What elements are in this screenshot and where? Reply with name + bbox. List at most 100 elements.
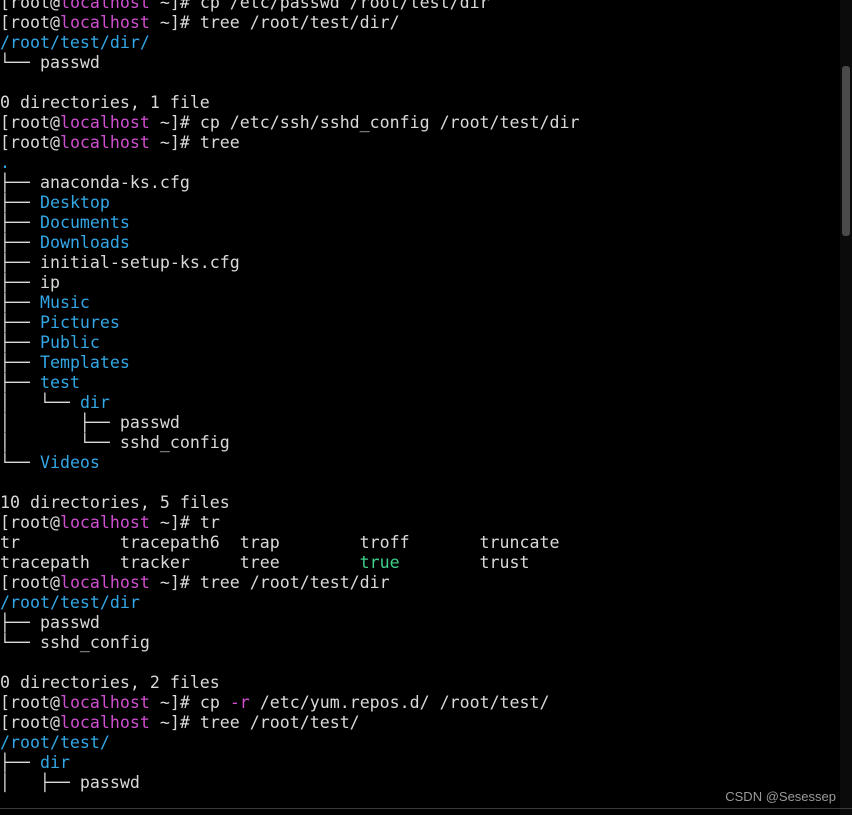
terminal-segment-dir: /root/test/dir [0, 593, 140, 612]
terminal-line: [root@localhost ~]# tree /root/test/ [0, 713, 840, 733]
terminal-segment-default: ~]# tree /root/test/dir [149, 573, 390, 592]
terminal-segment-dir: dir [39, 753, 70, 772]
terminal-line: [root@localhost ~]# cp /etc/passwd /root… [0, 0, 840, 13]
terminal-segment-default: ~]# tree [149, 133, 240, 152]
terminal-segment-default: tracepath tracker tree [0, 553, 360, 572]
terminal-segment-default: ├── anaconda-ks.cfg [0, 173, 190, 192]
terminal-line: ├── dir [0, 753, 840, 773]
terminal-segment-default: trust [399, 553, 530, 572]
terminal-line: [root@localhost ~]# cp /etc/ssh/sshd_con… [0, 113, 840, 133]
terminal-segment-default: ~]# tree /root/test/dir/ [149, 13, 400, 32]
terminal-segment-dir: dir [79, 393, 110, 412]
terminal-segment-exec: true [359, 553, 400, 572]
terminal-line: [root@localhost ~]# tree /root/test/dir [0, 573, 840, 593]
terminal-segment-host: localhost [59, 0, 150, 12]
terminal-line: [root@localhost ~]# cp -r /etc/yum.repos… [0, 693, 840, 713]
terminal-segment-host: localhost [59, 693, 150, 712]
terminal-line: [root@localhost ~]# tree /root/test/dir/ [0, 13, 840, 33]
terminal-segment-default: 10 directories, 5 files [0, 493, 230, 512]
terminal-segment-default: tr tracepath6 trap troff truncate [0, 533, 560, 552]
terminal-segment-dir: Pictures [39, 313, 120, 332]
terminal-segment-default: ├── [0, 333, 40, 352]
terminal-segment-default: ├── [0, 293, 40, 312]
terminal-segment-default: ~]# tr [149, 513, 220, 532]
terminal-segment-dir: /root/test/ [0, 733, 110, 752]
terminal-segment-default: [root@ [0, 713, 60, 732]
terminal-line: /root/test/dir/ [0, 33, 840, 53]
terminal-line: [root@localhost ~]# tr [0, 513, 840, 533]
terminal-segment-default: ~]# cp /etc/passwd /root/test/dir [149, 0, 490, 12]
terminal-segment-default: └── passwd [0, 53, 100, 72]
terminal-segment-default: ├── [0, 213, 40, 232]
terminal-segment-default: │ ├── passwd [0, 413, 180, 432]
terminal-line: ├── Desktop [0, 193, 840, 213]
terminal-segment-dir: Desktop [39, 193, 110, 212]
terminal-line: │ ├── passwd [0, 773, 840, 793]
terminal-segment-default: [root@ [0, 0, 60, 12]
terminal-line: 0 directories, 2 files [0, 673, 840, 693]
terminal-segment-default: ├── [0, 233, 40, 252]
terminal-segment-host: -r [229, 693, 250, 712]
terminal-line: [root@localhost ~]# tree [0, 133, 840, 153]
terminal-segment-default: [root@ [0, 113, 60, 132]
terminal-line: . [0, 153, 840, 173]
terminal-segment-default: [root@ [0, 693, 60, 712]
terminal-segment-dir: Public [39, 333, 100, 352]
terminal-segment-default: │ └── [0, 393, 80, 412]
terminal-segment-default: [root@ [0, 573, 60, 592]
terminal-line: └── Videos [0, 453, 840, 473]
terminal-segment-dir: Music [39, 293, 90, 312]
watermark-text: CSDN @Sesessep [725, 789, 836, 804]
terminal-segment-default: ~]# tree /root/test/ [149, 713, 360, 732]
terminal-line: /root/test/dir [0, 593, 840, 613]
terminal-segment-default: └── [0, 453, 40, 472]
terminal-segment-default: │ └── sshd_config [0, 433, 230, 452]
terminal-segment-default: ├── [0, 353, 40, 372]
terminal-line: ├── ip [0, 273, 840, 293]
terminal-line: tr tracepath6 trap troff truncate [0, 533, 840, 553]
terminal-segment-host: localhost [59, 713, 150, 732]
terminal-segment-default: [root@ [0, 513, 60, 532]
scrollbar-thumb[interactable] [842, 66, 850, 236]
terminal-segment-host: localhost [59, 513, 150, 532]
terminal-segment-default: /etc/yum.repos.d/ /root/test/ [249, 693, 550, 712]
terminal-segment-default: ├── [0, 313, 40, 332]
terminal-line: ├── passwd [0, 613, 840, 633]
terminal-line: │ ├── passwd [0, 413, 840, 433]
terminal-line: └── sshd_config [0, 633, 840, 653]
terminal-segment-default: ├── passwd [0, 613, 100, 632]
terminal-segment-default: ├── [0, 193, 40, 212]
terminal-line: 0 directories, 1 file [0, 93, 840, 113]
terminal-segment-dir: Documents [39, 213, 130, 232]
terminal-segment-host: localhost [59, 13, 150, 32]
terminal-segment-default: ~]# cp [149, 693, 230, 712]
terminal-segment-dir: /root/test/dir/ [0, 33, 150, 52]
vertical-scrollbar[interactable] [840, 0, 852, 815]
terminal-line: ├── Public [0, 333, 840, 353]
terminal-line: ├── Pictures [0, 313, 840, 333]
terminal-segment-default: ├── [0, 753, 40, 772]
terminal-line: ├── Music [0, 293, 840, 313]
terminal-segment-default: 0 directories, 1 file [0, 93, 210, 112]
terminal-segment-default: ├── initial-setup-ks.cfg [0, 253, 240, 272]
terminal-segment-dir: Downloads [39, 233, 130, 252]
terminal-segment-default: ├── [0, 373, 40, 392]
terminal-line: ├── Downloads [0, 233, 840, 253]
terminal-segment-default: 0 directories, 2 files [0, 673, 220, 692]
terminal-line: ├── anaconda-ks.cfg [0, 173, 840, 193]
terminal-line: ├── Templates [0, 353, 840, 373]
terminal-line: 10 directories, 5 files [0, 493, 840, 513]
terminal-output[interactable]: [root@localhost ~]# cp /etc/passwd /root… [0, 0, 840, 815]
terminal-line: │ └── sshd_config [0, 433, 840, 453]
bottom-divider [0, 808, 852, 809]
terminal-segment-dir: test [39, 373, 80, 392]
terminal-line: ├── initial-setup-ks.cfg [0, 253, 840, 273]
terminal-segment-default: └── sshd_config [0, 633, 150, 652]
terminal-line: │ └── dir [0, 393, 840, 413]
terminal-line: tracepath tracker tree true trust [0, 553, 840, 573]
terminal-segment-default: [root@ [0, 133, 60, 152]
terminal-segment-host: localhost [59, 573, 150, 592]
